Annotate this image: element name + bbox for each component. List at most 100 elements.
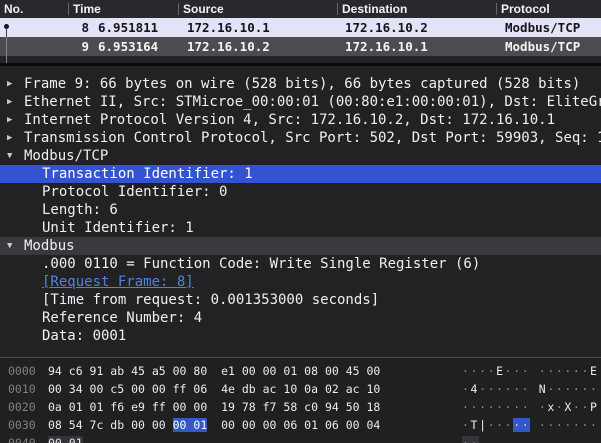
tree-row[interactable]: ▼ Modbus/TCP — [0, 147, 601, 165]
tree-row-label: Modbus/TCP — [24, 148, 109, 164]
collapse-arrow-icon[interactable]: ▼ — [7, 237, 21, 255]
tree-row-label: Frame 9: 66 bytes on wire (528 bits), 66… — [24, 76, 581, 92]
tree-row[interactable]: Reference Number: 4 — [0, 309, 601, 327]
packet-time: 6.953164 — [98, 39, 159, 54]
packet-no: 9 — [81, 39, 89, 54]
tree-row-label: Transaction Identifier: 1 — [42, 166, 253, 182]
bytes: 08 54 7c db 00 00 — [48, 418, 173, 432]
detail-tree: ▶ Frame 9: 66 bytes on wire (528 bits), 6… — [0, 75, 601, 345]
tree-row[interactable]: Unit Identifier: 1 — [0, 219, 601, 237]
bytes: ·T|··· — [462, 418, 514, 432]
packet-list-header: No. Time Source Destination Protocol — [0, 0, 601, 18]
hex-row[interactable]: 0020 0a 01 01 f6 e9 ff 00 00 19 78 f7 58 … — [0, 398, 601, 416]
bytes: 00 34 00 c5 00 00 ff 06 4e db ac 10 0a 0… — [48, 382, 381, 396]
tree-row[interactable]: [Request Frame: 8] — [0, 273, 601, 291]
hex-dump-pane[interactable]: 0000 94 c6 91 ab 45 a5 00 80 e1 00 00 01 … — [0, 358, 601, 443]
column-header-no[interactable]: No. — [4, 1, 23, 18]
related-packet-line — [6, 37, 7, 63]
bytes: ····E··· ······E· — [462, 364, 601, 378]
hex-offset: 0040 — [8, 436, 36, 443]
tree-row-label: Length: 6 — [42, 202, 118, 218]
tree-row[interactable]: [Time from request: 0.001353000 seconds] — [0, 291, 601, 309]
hex-row[interactable]: 0010 00 34 00 c5 00 00 ff 06 4e db ac 10 … — [0, 380, 601, 398]
bytes: 94 c6 91 ab 45 a5 00 80 e1 00 00 01 08 0… — [48, 364, 381, 378]
tree-row[interactable]: Length: 6 — [0, 201, 601, 219]
packet-destination: 172.16.10.2 — [345, 20, 428, 35]
tree-row-link[interactable]: [Request Frame: 8] — [42, 273, 194, 291]
column-divider[interactable] — [496, 3, 497, 15]
tree-row-label: Unit Identifier: 1 — [42, 220, 194, 236]
wireshark-window: No. Time Source Destination Protocol 8 6.… — [0, 0, 601, 443]
tree-row[interactable]: Data: 0001 — [0, 327, 601, 345]
bytes: ········ ·x·X··P· — [462, 400, 601, 414]
highlighted-bytes: 00 01 — [48, 436, 83, 443]
hex-bytes[interactable]: 94 c6 91 ab 45 a5 00 80 e1 00 00 01 08 0… — [48, 362, 380, 380]
hex-bytes[interactable]: 08 54 7c db 00 00 00 01 00 00 00 06 01 0… — [48, 416, 380, 434]
tree-row-label: Transmission Control Protocol, Src Port:… — [24, 130, 601, 146]
packet-list-pane[interactable]: No. Time Source Destination Protocol 8 6.… — [0, 0, 601, 63]
hex-ascii[interactable]: ·4······ N······· — [462, 380, 601, 398]
column-header-protocol[interactable]: Protocol — [501, 1, 550, 18]
collapse-arrow-icon[interactable]: ▼ — [7, 147, 21, 165]
hex-bytes[interactable]: 00 34 00 c5 00 00 ff 06 4e db ac 10 0a 0… — [48, 380, 380, 398]
packet-no: 8 — [81, 20, 89, 35]
tree-row-label: Ethernet II, Src: STMicroe_00:00:01 (00:… — [24, 94, 601, 110]
packet-row[interactable]: 9 6.953164 172.16.10.2 172.16.10.1 Modbus/TC… — [0, 37, 601, 56]
hex-row[interactable]: 0040 00 01 ·· — [0, 434, 601, 443]
tree-row-label: Data: 0001 — [42, 328, 127, 344]
hex-row[interactable]: 0030 08 54 7c db 00 00 00 01 00 00 00 06 … — [0, 416, 601, 434]
tree-row[interactable]: Protocol Identifier: 0 — [0, 183, 601, 201]
tree-row[interactable]: Transaction Identifier: 1 — [0, 165, 601, 183]
related-packet-line — [6, 29, 7, 37]
hex-ascii[interactable]: ·T|····· ········ — [462, 416, 601, 434]
expand-arrow-icon[interactable]: ▶ — [7, 129, 21, 147]
expand-arrow-icon[interactable]: ▶ — [7, 111, 21, 129]
tree-row[interactable]: ▶ Ethernet II, Src: STMicroe_00:00:01 (00… — [0, 93, 601, 111]
highlighted-bytes: ·· — [513, 418, 531, 432]
tree-row-label: Internet Protocol Version 4, Src: 172.16… — [24, 112, 556, 128]
tree-row-label: Protocol Identifier: 0 — [42, 184, 228, 200]
highlighted-bytes: ·· — [462, 436, 480, 443]
packet-destination: 172.16.10.1 — [345, 39, 428, 54]
expand-arrow-icon[interactable]: ▶ — [7, 75, 21, 93]
tree-row[interactable]: ▶ Internet Protocol Version 4, Src: 172.1… — [0, 111, 601, 129]
tree-row-label: Reference Number: 4 — [42, 310, 203, 326]
hex-offset: 0000 — [8, 364, 36, 378]
hex-ascii[interactable]: ·· — [462, 434, 480, 443]
column-divider[interactable] — [337, 3, 338, 15]
tree-row-label: [Time from request: 0.001353000 seconds] — [42, 292, 380, 308]
tree-row[interactable]: ▼ Modbus — [0, 237, 601, 255]
hex-offset: 0010 — [8, 382, 36, 396]
packet-protocol: Modbus/TCP — [505, 39, 581, 54]
column-header-source[interactable]: Source — [183, 1, 224, 18]
bytes: 00 00 00 06 01 06 00 04 — [207, 418, 381, 432]
packet-detail-pane[interactable]: ▶ Frame 9: 66 bytes on wire (528 bits), 6… — [0, 66, 601, 357]
packet-source: 172.16.10.1 — [187, 20, 270, 35]
tree-row-label: Modbus — [24, 238, 75, 254]
tree-row-label: .000 0110 = Function Code: Write Single … — [42, 256, 481, 272]
column-divider[interactable] — [68, 3, 69, 15]
tree-row[interactable]: ▶ Transmission Control Protocol, Src Port… — [0, 129, 601, 147]
packet-row[interactable]: 8 6.951811 172.16.10.1 172.16.10.2 Modbus/TC… — [0, 18, 601, 37]
hex-ascii[interactable]: ········ ·x·X··P· — [462, 398, 601, 416]
column-header-time[interactable]: Time — [73, 1, 101, 18]
hex-ascii[interactable]: ····E··· ······E· — [462, 362, 601, 380]
packet-time: 6.951811 — [98, 20, 159, 35]
hex-bytes[interactable]: 00 01 — [48, 434, 83, 443]
expand-arrow-icon[interactable]: ▶ — [7, 93, 21, 111]
highlighted-bytes: 00 01 — [172, 418, 208, 432]
hex-row[interactable]: 0000 94 c6 91 ab 45 a5 00 80 e1 00 00 01 … — [0, 362, 601, 380]
bytes: ·4······ N······· — [462, 382, 601, 396]
bytes: 0a 01 01 f6 e9 ff 00 00 19 78 f7 58 c0 9… — [48, 400, 381, 414]
hex-offset: 0030 — [8, 418, 36, 432]
hex-offset: 0020 — [8, 400, 36, 414]
packet-source: 172.16.10.2 — [187, 39, 270, 54]
tree-row[interactable]: ▶ Frame 9: 66 bytes on wire (528 bits), 6… — [0, 75, 601, 93]
hex-rows: 0000 94 c6 91 ab 45 a5 00 80 e1 00 00 01 … — [0, 362, 601, 443]
packet-protocol: Modbus/TCP — [505, 20, 581, 35]
column-divider[interactable] — [178, 3, 179, 15]
tree-row[interactable]: .000 0110 = Function Code: Write Single … — [0, 255, 601, 273]
column-header-destination[interactable]: Destination — [342, 1, 407, 18]
bytes: ········ — [538, 418, 601, 432]
hex-bytes[interactable]: 0a 01 01 f6 e9 ff 00 00 19 78 f7 58 c0 9… — [48, 398, 380, 416]
